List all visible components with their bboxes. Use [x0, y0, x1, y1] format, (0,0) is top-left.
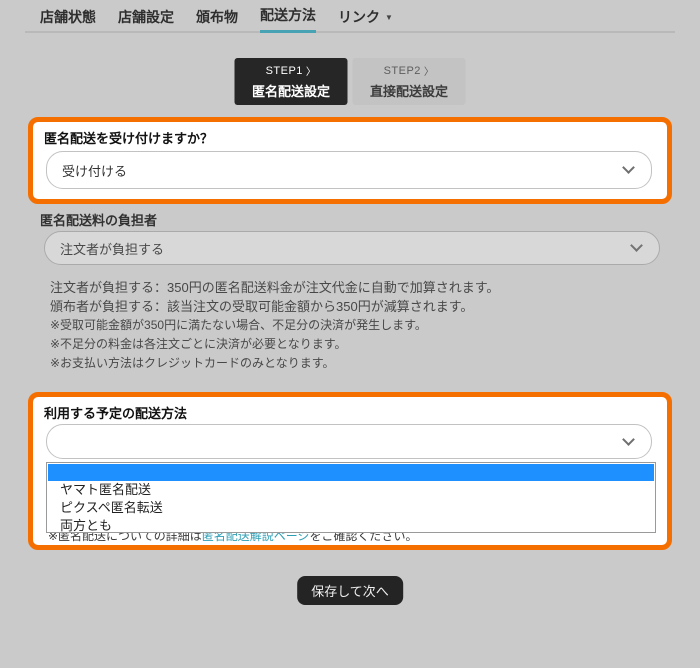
tab-links[interactable]: リンク ▼ — [338, 0, 393, 33]
dropdown-option-pikusupe[interactable]: ピクスペ匿名転送 — [47, 499, 655, 517]
top-nav: 店舗状態 店舗設定 頒布物 配送方法 リンク ▼ — [0, 0, 700, 33]
tab-store-status[interactable]: 店舗状態 — [40, 0, 96, 33]
chevron-down-icon — [630, 239, 643, 252]
step2-title: 直接配送設定 — [370, 81, 448, 100]
step1-title: 匿名配送設定 — [252, 81, 330, 100]
step1-text: STEP1 — [266, 65, 303, 77]
shipping-method-select[interactable] — [46, 424, 652, 459]
step1-label: STEP1〉 — [266, 63, 317, 78]
note-line: 頒布者が負担する：該当注文の受取可能金額から350円が減算されます。 — [50, 297, 499, 316]
shipping-method-dropdown: ヤマト匿名配送 ピクスペ匿名転送 両方とも — [46, 462, 656, 533]
tab-store-settings[interactable]: 店舗設定 — [118, 0, 174, 33]
save-next-button[interactable]: 保存して次へ — [297, 576, 403, 605]
fee-notes: 注文者が負担する：350円の匿名配送料金が注文代金に自動で加算されます。 頒布者… — [50, 278, 499, 373]
chevron-right-icon: 〉 — [306, 63, 317, 78]
anonymous-accept-value: 受け付ける — [62, 161, 127, 180]
caret-down-icon: ▼ — [385, 13, 393, 22]
step2-label: STEP2〉 — [384, 63, 435, 78]
chevron-down-icon — [622, 433, 635, 446]
note-line: ※受取可能金額が350円に満たない場合、不足分の決済が発生します。 — [50, 316, 499, 335]
shipping-method-label: 利用する予定の配送方法 — [44, 403, 187, 422]
fee-bearer-value: 注文者が負担する — [60, 239, 164, 258]
dropdown-option-both[interactable]: 両方とも — [47, 517, 655, 535]
tab-links-label: リンク — [338, 7, 380, 27]
fee-bearer-label: 匿名配送料の負担者 — [40, 210, 157, 229]
anonymous-accept-section: 匿名配送を受け付けますか？ 受け付ける — [28, 117, 672, 204]
chevron-down-icon — [622, 161, 635, 174]
anonymous-accept-label: 匿名配送を受け付けますか？ — [44, 128, 213, 147]
step2-button[interactable]: STEP2〉 直接配送設定 — [353, 58, 466, 105]
fee-bearer-select[interactable]: 注文者が負担する — [44, 231, 660, 265]
note-line: ※お支払い方法はクレジットカードのみとなります。 — [50, 354, 499, 373]
step2-text: STEP2 — [384, 65, 421, 77]
dropdown-option-empty[interactable] — [48, 464, 654, 481]
tab-distributed-items[interactable]: 頒布物 — [196, 0, 238, 33]
anonymous-accept-select[interactable]: 受け付ける — [46, 151, 652, 189]
dropdown-option-yamato[interactable]: ヤマト匿名配送 — [47, 481, 655, 499]
note-line: 注文者が負担する：350円の匿名配送料金が注文代金に自動で加算されます。 — [50, 278, 499, 297]
shipping-method-section: 利用する予定の配送方法 ※匿名配送についての詳細は匿名配送解説ページをご確認くだ… — [28, 392, 672, 550]
tab-shipping-method[interactable]: 配送方法 — [260, 0, 316, 33]
note-line: ※不足分の料金は各注文ごとに決済が必要となります。 — [50, 335, 499, 354]
step-nav: STEP1〉 匿名配送設定 STEP2〉 直接配送設定 — [235, 58, 466, 105]
step1-button[interactable]: STEP1〉 匿名配送設定 — [235, 58, 348, 105]
chevron-right-icon: 〉 — [424, 63, 435, 78]
